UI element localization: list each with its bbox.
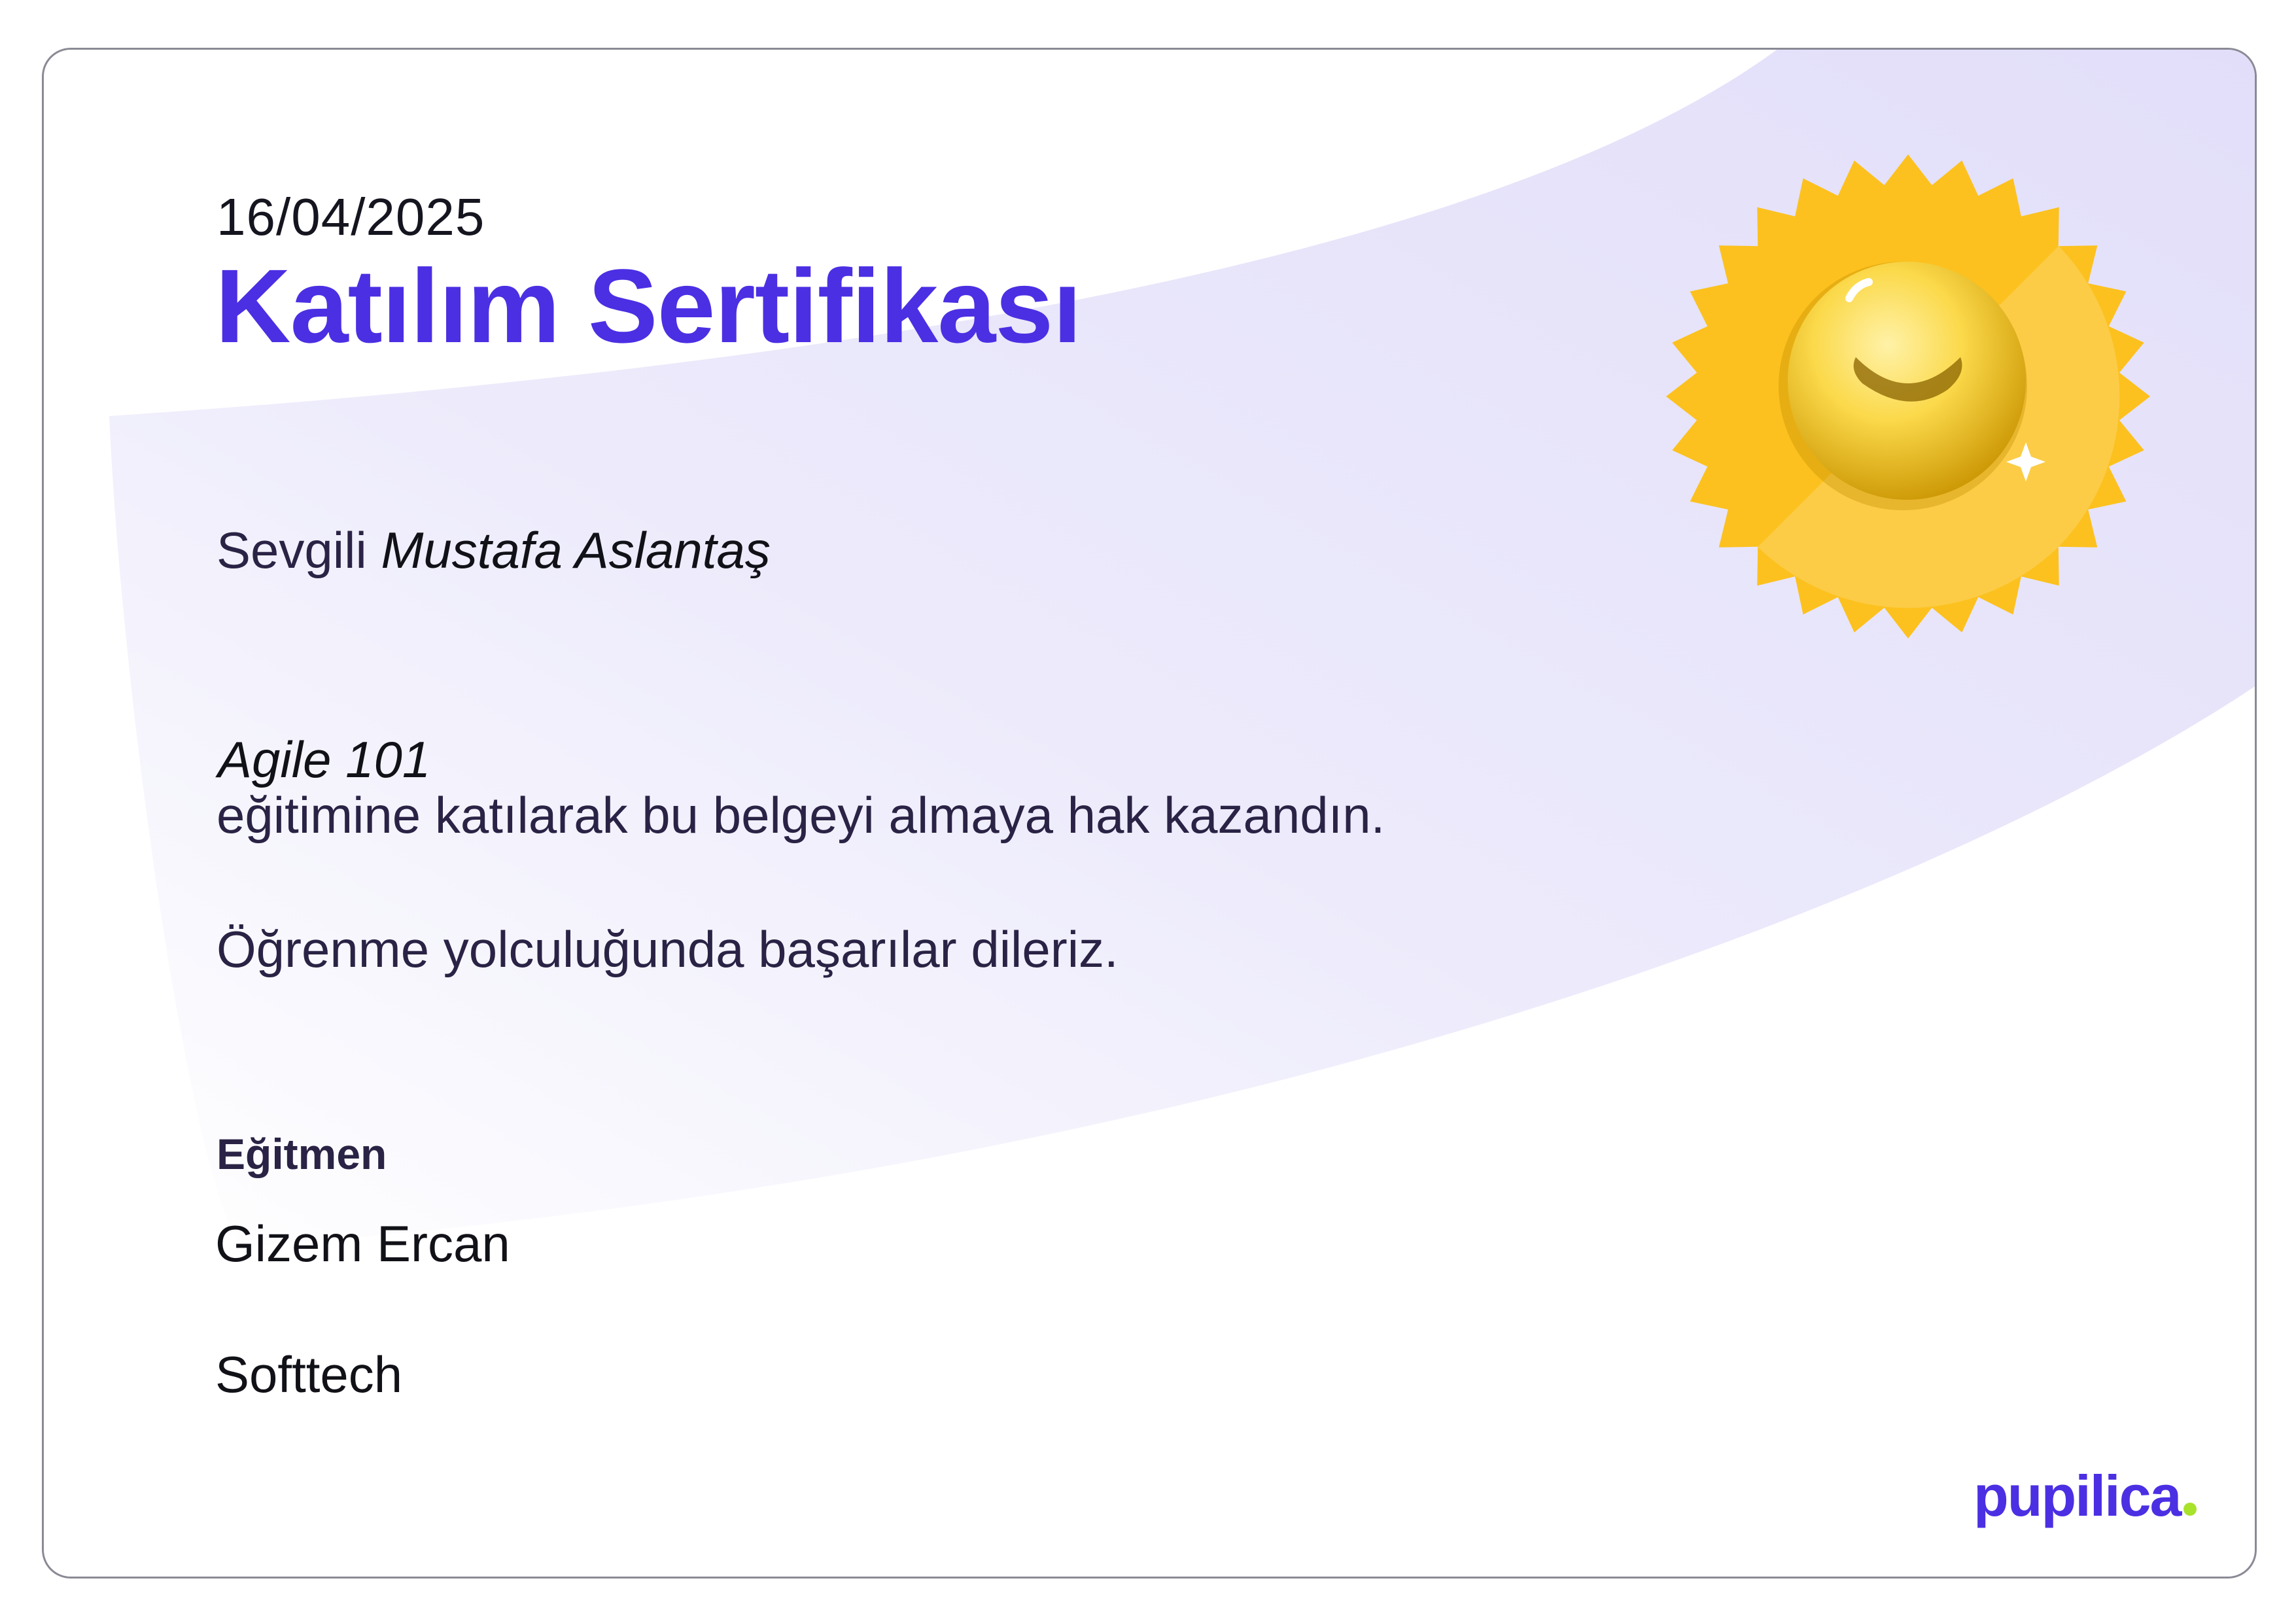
greeting: Sevgili Mustafa Aslantaş [217,521,771,580]
instructor-label: Eğitmen [217,1130,387,1178]
instructor-name: Gizem Ercan [215,1215,510,1272]
course-name: Agile 101 [218,731,431,788]
organization-name: Softtech [215,1346,403,1403]
pupilica-logo: pupilica [1974,1463,2197,1529]
recipient-name: Mustafa Aslantaş [381,521,771,579]
gold-seal-badge-icon [1666,154,2150,638]
logo-dot-icon [2183,1503,2197,1516]
greeting-prefix: Sevgili [217,521,367,579]
certificate-title: Katılım Sertifikası [215,247,1082,364]
brand-name: pupilica [1974,1463,2182,1528]
certificate-body-line-2: Öğrenme yolculuğunda başarılar dileriz. [217,920,1119,978]
certificate-card: 16/04/2025 Katılım Sertifikası Sevgili M… [42,48,2257,1579]
certificate-date: 16/04/2025 [217,188,485,246]
certificate-body-line-1: eğitimine katılarak bu belgeyi almaya ha… [217,786,1385,844]
